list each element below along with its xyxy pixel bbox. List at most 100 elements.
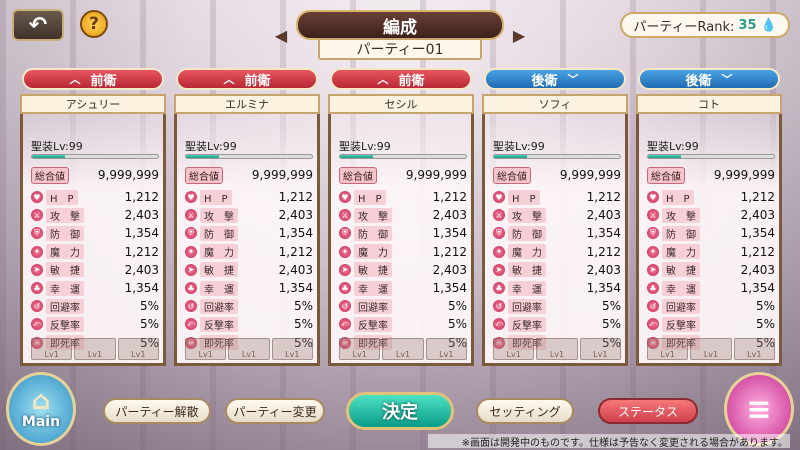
status-button[interactable]: ステータス <box>598 398 698 424</box>
prev-party-arrow-icon[interactable]: ◀ <box>270 28 292 44</box>
setting-button[interactable]: セッティング <box>476 398 574 424</box>
position-label: 前衛 <box>244 73 271 89</box>
stat-row: ⛨ 防 御 1,354 <box>185 224 313 242</box>
back-arrow-icon: ↶ <box>28 12 48 38</box>
stat-icon: ⚔ <box>31 209 43 222</box>
position-plate[interactable]: ︿ 前衛 <box>176 68 318 90</box>
stat-row: ✦ 魔 力 1,212 <box>339 243 467 261</box>
stat-label: 幸 運 <box>662 280 700 296</box>
stat-left: ♣ 幸 運 <box>339 280 392 296</box>
equipment-level: 聖装Lv:99 <box>339 140 391 153</box>
stat-panel: 聖装Lv:99 総合値 9,999,999 ♥ H P 1,212 ⚔ 攻 撃 2,403 ⛨ 防 … <box>482 114 628 366</box>
stat-label: 攻 撃 <box>662 207 700 223</box>
stat-left: ↺ 回避率 <box>647 298 700 314</box>
level-progress-fill <box>32 155 65 158</box>
setting-label: セッティング <box>489 404 561 419</box>
stat-row: ♣ 幸 運 1,354 <box>185 279 313 297</box>
stat-list: ♥ H P 1,212 ⚔ 攻 撃 2,403 ⛨ 防 御 1,354 ✦ 魔 力 1,212 ➤ 敏 捷… <box>493 188 621 352</box>
stat-left: ⚔ 攻 撃 <box>339 207 392 223</box>
stat-left: ✦ 魔 力 <box>493 244 546 260</box>
stat-left: ➤ 敏 捷 <box>493 262 546 278</box>
stat-icon: ♣ <box>339 282 351 295</box>
stat-value: 1,212 <box>586 244 621 259</box>
stat-panel: 聖装Lv:99 総合値 9,999,999 ♥ H P 1,212 ⚔ 攻 撃 2,403 ⛨ 防 … <box>20 114 166 366</box>
position-plate[interactable]: ︿ 前衛 <box>22 68 164 90</box>
position-plate[interactable]: 後衛 ﹀ <box>638 68 780 90</box>
help-button[interactable]: ? <box>80 10 108 38</box>
total-label: 総合値 <box>185 166 223 184</box>
page-title-text: 編成 <box>383 17 417 38</box>
stat-value: 1,212 <box>432 244 467 259</box>
stat-label: 敏 捷 <box>354 262 392 278</box>
position-plate[interactable]: 後衛 ﹀ <box>484 68 626 90</box>
skill-slot: Lv1 <box>647 338 689 360</box>
stat-left: ↺ 回避率 <box>339 298 392 314</box>
character-card[interactable]: ︿ 前衛 セシル 聖装Lv:99 総合値 9,999,999 ♥ H P 1,212 ⚔ 攻 撃 2,… <box>328 68 474 366</box>
stat-value: 1,354 <box>432 226 467 241</box>
equipment-level: 聖装Lv:99 <box>493 140 545 153</box>
stat-row: ⚔ 攻 撃 2,403 <box>339 206 467 224</box>
stat-row: ♣ 幸 運 1,354 <box>31 279 159 297</box>
stat-value: 5% <box>139 299 159 314</box>
stat-value: 5% <box>447 299 467 314</box>
stat-label: 攻 撃 <box>508 207 546 223</box>
party-rank-label: パーティーRank: <box>633 19 735 35</box>
stat-label: 防 御 <box>662 225 700 241</box>
back-button[interactable]: ↶ <box>12 9 64 41</box>
skill-slot: Lv1 <box>31 338 73 360</box>
stat-value: 1,354 <box>432 281 467 296</box>
next-party-arrow-icon[interactable]: ▶ <box>508 28 530 44</box>
stat-left: ♣ 幸 運 <box>31 280 84 296</box>
chevron-down-icon: ﹀ <box>567 73 579 86</box>
stat-value: 2,403 <box>124 208 159 223</box>
skill-slot: Lv1 <box>536 338 578 360</box>
stat-left: ⤺ 反撃率 <box>31 316 84 332</box>
stat-value: 1,212 <box>740 244 775 259</box>
character-card[interactable]: ︿ 前衛 アシュリー 聖装Lv:99 総合値 9,999,999 ♥ H P 1,212 ⚔ 攻 撃… <box>20 68 166 366</box>
decide-button[interactable]: 決定 <box>346 392 454 430</box>
character-card[interactable]: ︿ 前衛 エルミナ 聖装Lv:99 総合値 9,999,999 ♥ H P 1,212 ⚔ 攻 撃 2… <box>174 68 320 366</box>
stat-row: ⛨ 防 御 1,354 <box>647 224 775 242</box>
stat-label: H P <box>662 189 694 205</box>
character-card[interactable]: 後衛 ﹀ コト 聖装Lv:99 総合値 9,999,999 ♥ H P 1,212 ⚔ 攻 撃 2,4… <box>636 68 782 366</box>
hamburger-menu-icon: ≡ <box>746 391 772 427</box>
status-label: ステータス <box>617 404 678 419</box>
stat-row: ⛨ 防 御 1,354 <box>493 224 621 242</box>
stat-label: 防 御 <box>354 225 392 241</box>
stat-left: ⛨ 防 御 <box>647 225 700 241</box>
stat-label: 反撃率 <box>354 316 392 332</box>
stat-value: 5% <box>755 299 775 314</box>
skill-slot-strip: Lv1 Lv1 Lv1 <box>31 338 159 360</box>
stat-row: ♥ H P 1,212 <box>647 188 775 206</box>
stat-left: ⤺ 反撃率 <box>493 316 546 332</box>
party-change-button[interactable]: パーティー変更 <box>225 398 325 424</box>
total-row: 総合値 9,999,999 <box>185 166 313 184</box>
position-plate[interactable]: ︿ 前衛 <box>330 68 472 90</box>
total-row: 総合値 9,999,999 <box>493 166 621 184</box>
stat-icon: ➤ <box>493 263 505 276</box>
party-disband-button[interactable]: パーティー解散 <box>103 398 211 424</box>
party-name: パーティー01 <box>356 42 444 58</box>
stat-icon: ↺ <box>647 300 659 313</box>
stat-row: ⤺ 反撃率 5% <box>185 315 313 333</box>
stat-icon: ⚔ <box>185 209 197 222</box>
main-button[interactable]: ⌂ Main <box>6 372 76 446</box>
stat-list: ♥ H P 1,212 ⚔ 攻 撃 2,403 ⛨ 防 御 1,354 ✦ 魔 力 1,212 ➤ 敏 捷… <box>647 188 775 352</box>
stat-value: 5% <box>447 317 467 332</box>
stat-icon: ♥ <box>31 191 43 204</box>
stat-row: ⚔ 攻 撃 2,403 <box>493 206 621 224</box>
stat-label: 攻 撃 <box>200 207 238 223</box>
chevron-up-icon: ︿ <box>377 73 389 86</box>
skill-slot: Lv1 <box>579 338 621 360</box>
stat-row: ♥ H P 1,212 <box>493 188 621 206</box>
stat-value: 1,354 <box>586 226 621 241</box>
stat-icon: ⤺ <box>185 318 197 331</box>
party-rank-value: 35 <box>738 17 757 33</box>
stat-left: ✦ 魔 力 <box>185 244 238 260</box>
decide-label: 決定 <box>382 402 418 423</box>
stat-value: 1,354 <box>124 226 159 241</box>
stat-row: ♥ H P 1,212 <box>185 188 313 206</box>
total-row: 総合値 9,999,999 <box>647 166 775 184</box>
character-card[interactable]: 後衛 ﹀ ソフィ 聖装Lv:99 総合値 9,999,999 ♥ H P 1,212 ⚔ 攻 撃 2,… <box>482 68 628 366</box>
stat-list: ♥ H P 1,212 ⚔ 攻 撃 2,403 ⛨ 防 御 1,354 ✦ 魔 力 1,212 ➤ 敏 捷… <box>339 188 467 352</box>
